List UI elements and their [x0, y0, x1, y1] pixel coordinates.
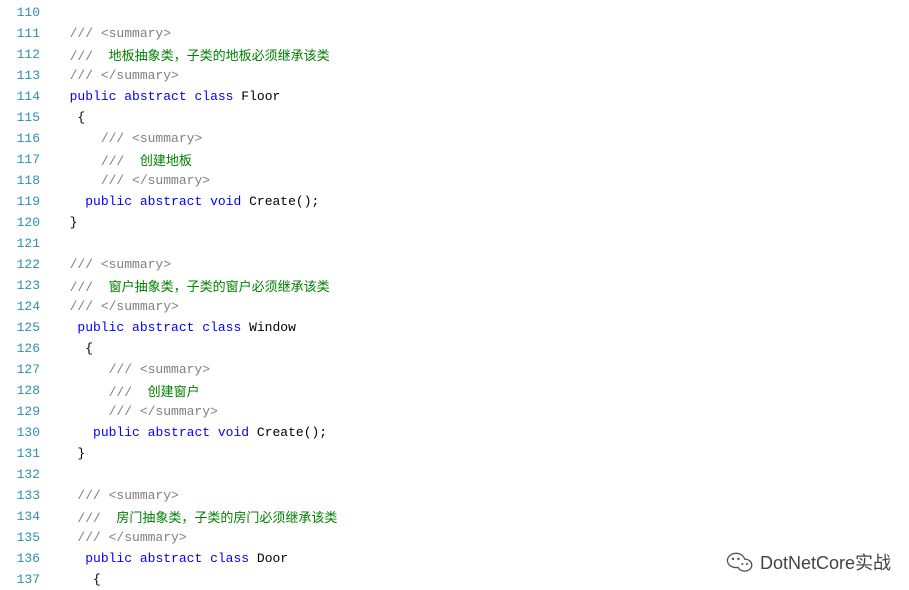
line-number: 118 — [0, 173, 54, 188]
line-number: 131 — [0, 446, 54, 461]
line-number: 125 — [0, 320, 54, 335]
code-editor[interactable]: 110111 /// <summary>112 /// 地板抽象类，子类的地板必… — [0, 0, 909, 590]
code-line[interactable]: 122 /// <summary> — [0, 254, 909, 275]
line-number: 114 — [0, 89, 54, 104]
line-number: 134 — [0, 509, 54, 524]
code-line[interactable]: 132 — [0, 464, 909, 485]
line-number: 129 — [0, 404, 54, 419]
code-line[interactable]: 127 /// <summary> — [0, 359, 909, 380]
code-line[interactable]: 131 } — [0, 443, 909, 464]
code-line[interactable]: 114 public abstract class Floor — [0, 86, 909, 107]
code-line[interactable]: 119 public abstract void Create(); — [0, 191, 909, 212]
code-line[interactable]: 118 /// </summary> — [0, 170, 909, 191]
line-number: 124 — [0, 299, 54, 314]
code-content: } — [54, 446, 909, 461]
wechat-icon — [726, 550, 754, 574]
line-number: 110 — [0, 5, 54, 20]
code-line[interactable]: 120 } — [0, 212, 909, 233]
code-line[interactable]: 135 /// </summary> — [0, 527, 909, 548]
line-number: 111 — [0, 26, 54, 41]
code-content: /// 地板抽象类，子类的地板必须继承该类 — [54, 45, 909, 64]
code-line[interactable]: 110 — [0, 2, 909, 23]
line-number: 122 — [0, 257, 54, 272]
code-content: /// <summary> — [54, 488, 909, 503]
line-number: 130 — [0, 425, 54, 440]
line-number: 126 — [0, 341, 54, 356]
code-content: /// <summary> — [54, 257, 909, 272]
code-content: public abstract void Create(); — [54, 194, 909, 209]
code-line[interactable]: 112 /// 地板抽象类，子类的地板必须继承该类 — [0, 44, 909, 65]
code-line[interactable]: 125 public abstract class Window — [0, 317, 909, 338]
line-number: 123 — [0, 278, 54, 293]
code-line[interactable]: 134 /// 房门抽象类，子类的房门必须继承该类 — [0, 506, 909, 527]
code-content: /// </summary> — [54, 530, 909, 545]
wechat-watermark: DotNetCore实战 — [726, 549, 891, 575]
code-content: public abstract class Window — [54, 320, 909, 335]
code-content: { — [54, 341, 909, 356]
line-number: 128 — [0, 383, 54, 398]
code-content: { — [54, 110, 909, 125]
code-line[interactable]: 126 { — [0, 338, 909, 359]
code-content: /// 房门抽象类，子类的房门必须继承该类 — [54, 507, 909, 526]
code-line[interactable]: 113 /// </summary> — [0, 65, 909, 86]
code-content: /// 创建地板 — [54, 150, 909, 169]
line-number: 115 — [0, 110, 54, 125]
line-number: 119 — [0, 194, 54, 209]
code-line[interactable]: 123 /// 窗户抽象类，子类的窗户必须继承该类 — [0, 275, 909, 296]
line-number: 117 — [0, 152, 54, 167]
code-content: /// <summary> — [54, 131, 909, 146]
code-line[interactable]: 116 /// <summary> — [0, 128, 909, 149]
code-content: /// <summary> — [54, 362, 909, 377]
line-number: 112 — [0, 47, 54, 62]
code-content: /// 窗户抽象类，子类的窗户必须继承该类 — [54, 276, 909, 295]
code-content: } — [54, 215, 909, 230]
line-number: 120 — [0, 215, 54, 230]
code-line[interactable]: 129 /// </summary> — [0, 401, 909, 422]
code-line[interactable]: 133 /// <summary> — [0, 485, 909, 506]
code-content: /// </summary> — [54, 404, 909, 419]
code-line[interactable]: 130 public abstract void Create(); — [0, 422, 909, 443]
line-number: 116 — [0, 131, 54, 146]
line-number: 136 — [0, 551, 54, 566]
watermark-text: DotNetCore实战 — [760, 549, 891, 575]
code-content: /// </summary> — [54, 299, 909, 314]
code-line[interactable]: 111 /// <summary> — [0, 23, 909, 44]
code-line[interactable]: 117 /// 创建地板 — [0, 149, 909, 170]
code-line[interactable]: 124 /// </summary> — [0, 296, 909, 317]
code-line[interactable]: 115 { — [0, 107, 909, 128]
code-content: /// 创建窗户 — [54, 381, 909, 400]
line-number: 133 — [0, 488, 54, 503]
code-content: /// </summary> — [54, 173, 909, 188]
line-number: 137 — [0, 572, 54, 587]
code-line[interactable]: 121 — [0, 233, 909, 254]
code-content: /// </summary> — [54, 68, 909, 83]
code-line[interactable]: 128 /// 创建窗户 — [0, 380, 909, 401]
code-content: public abstract void Create(); — [54, 425, 909, 440]
code-content: /// <summary> — [54, 26, 909, 41]
line-number: 121 — [0, 236, 54, 251]
line-number: 127 — [0, 362, 54, 377]
line-number: 113 — [0, 68, 54, 83]
line-number: 135 — [0, 530, 54, 545]
line-number: 132 — [0, 467, 54, 482]
code-content: public abstract class Floor — [54, 89, 909, 104]
